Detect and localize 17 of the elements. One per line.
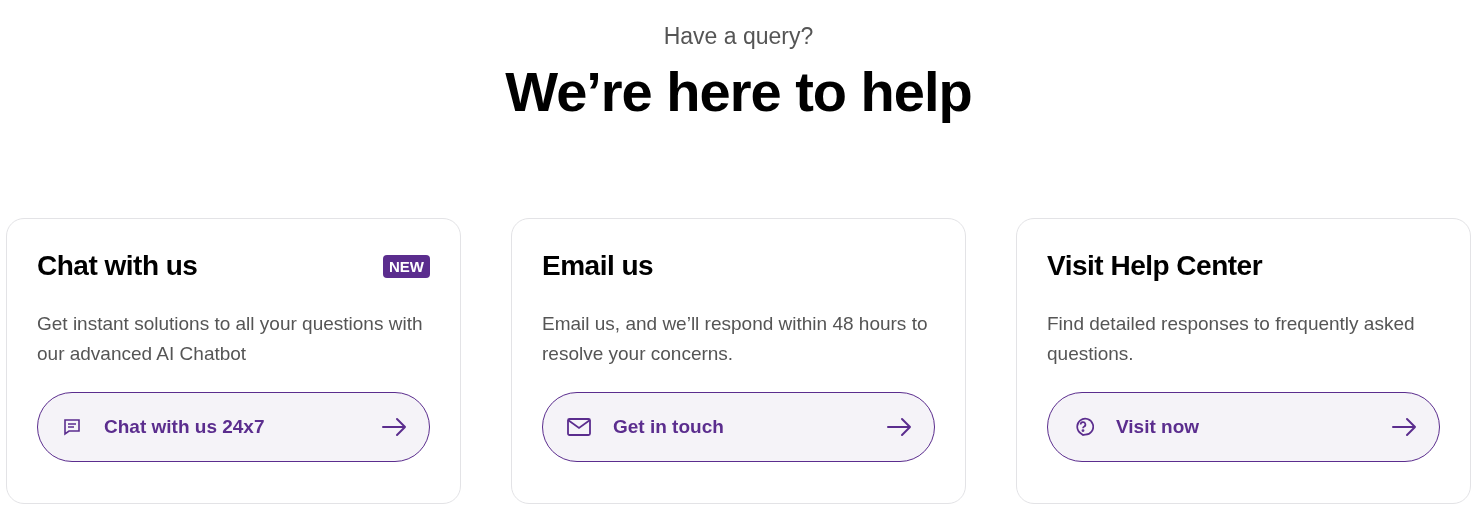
page-heading: We’re here to help xyxy=(505,60,972,124)
new-badge: NEW xyxy=(383,254,430,278)
card-description: Find detailed responses to frequently asked questions. xyxy=(1047,312,1416,366)
card-description: Email us, and we’ll respond within 48 hours to resolve your concerns. xyxy=(542,312,929,366)
mail-icon xyxy=(567,417,591,437)
chat-icon xyxy=(62,417,82,437)
arrow-right-icon xyxy=(886,417,912,437)
arrow-right-icon xyxy=(1391,417,1417,437)
action-button[interactable]: Chat with us 24x7 xyxy=(37,392,430,462)
action-button[interactable]: Get in touch xyxy=(542,392,935,462)
card-title: Chat with us xyxy=(37,250,198,282)
card-title: Visit Help Center xyxy=(1047,250,1263,282)
card-description: Get instant solutions to all your questions with our advanced AI Chatbot xyxy=(37,312,424,366)
arrow-right-icon xyxy=(381,417,407,437)
action-button[interactable]: Visit now xyxy=(1047,392,1440,462)
eyebrow-text: Have a query? xyxy=(663,22,814,50)
card-title: Email us xyxy=(542,250,654,282)
